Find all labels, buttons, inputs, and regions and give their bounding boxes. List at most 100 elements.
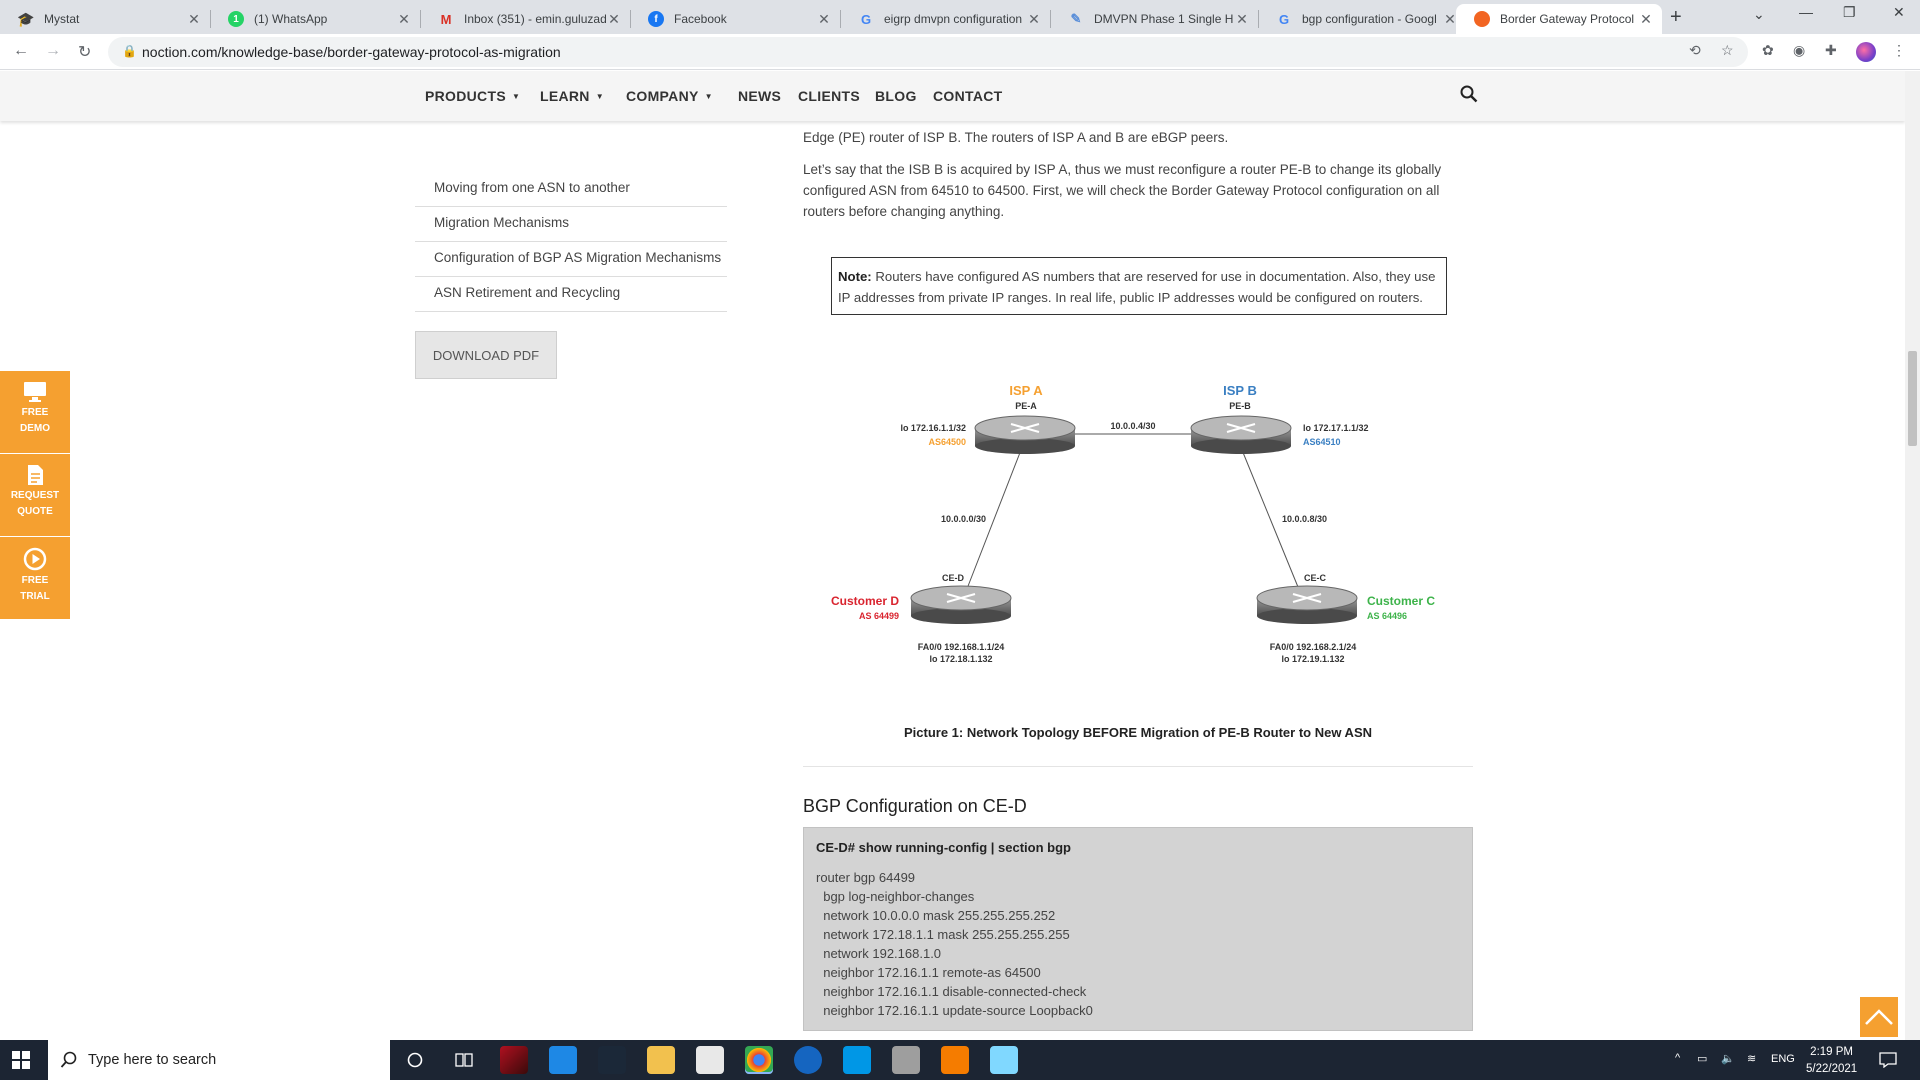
monitor-icon — [24, 382, 46, 402]
sublime-app-icon[interactable] — [941, 1046, 969, 1074]
nav-blog[interactable]: BLOG — [875, 88, 917, 104]
volume-icon[interactable]: 🔈 — [1721, 1052, 1735, 1065]
request-quote-button[interactable]: REQUEST QUOTE — [0, 454, 70, 536]
nav-products[interactable]: PRODUCTS ▼ — [425, 88, 520, 104]
pe-b-loopback: lo 172.17.1.1/32 — [1303, 423, 1369, 433]
pe-a-loopback: lo 172.16.1.1/32 — [900, 423, 966, 433]
windows-start-icon[interactable] — [12, 1051, 30, 1069]
tab-whatsapp[interactable]: 1 (1) WhatsApp ✕ — [210, 4, 420, 34]
close-icon[interactable]: ✕ — [1638, 11, 1654, 28]
router-ce-c-icon — [1256, 585, 1358, 624]
extension-icon[interactable]: ✿ — [1762, 42, 1774, 59]
toc-item-moving-asn[interactable]: Moving from one ASN to another — [415, 172, 727, 207]
translate-icon[interactable]: ⟲ — [1689, 42, 1701, 59]
close-icon[interactable]: ✕ — [186, 11, 202, 28]
nav-learn[interactable]: LEARN ▼ — [540, 88, 604, 104]
app-icon[interactable] — [892, 1046, 920, 1074]
pe-b-label: PE-B — [1229, 401, 1251, 411]
code-block: CE-D# show running-config | section bgp … — [803, 827, 1473, 1031]
app-icon[interactable] — [990, 1046, 1018, 1074]
mail-app-icon[interactable] — [549, 1046, 577, 1074]
close-icon[interactable]: ✕ — [1026, 11, 1042, 28]
toc-item-asn-retirement[interactable]: ASN Retirement and Recycling — [415, 277, 727, 312]
code-line: network 192.168.1.0 — [816, 946, 942, 961]
url-text[interactable]: noction.com/knowledge-base/border-gatewa… — [142, 44, 561, 60]
tray-chevron-up-icon[interactable]: ^ — [1675, 1052, 1680, 1064]
search-icon[interactable] — [1460, 85, 1478, 103]
close-icon[interactable]: ✕ — [606, 11, 622, 28]
close-icon[interactable]: ✕ — [816, 11, 832, 28]
steam-app-icon[interactable] — [598, 1046, 626, 1074]
nav-label: COMPANY — [626, 88, 699, 104]
tab-title: (1) WhatsApp — [254, 12, 328, 26]
edge-app-icon[interactable] — [794, 1046, 822, 1074]
paragraph: Edge (PE) router of ISP B. The routers o… — [803, 130, 1229, 145]
battery-icon[interactable]: ▭ — [1697, 1052, 1707, 1065]
window-close-icon[interactable]: ✕ — [1893, 4, 1905, 21]
tab-title: DMVPN Phase 1 Single Hu — [1094, 12, 1234, 26]
restore-icon[interactable]: ❐ — [1843, 4, 1856, 21]
free-trial-button[interactable]: FREE TRIAL — [0, 537, 70, 619]
caret-down-icon: ▼ — [595, 92, 604, 101]
tab-bgp-search[interactable]: G bgp configuration - Googl ✕ — [1258, 4, 1466, 34]
cortana-icon[interactable] — [407, 1052, 423, 1068]
toc-item-migration-mechanisms[interactable]: Migration Mechanisms — [415, 207, 727, 242]
back-icon[interactable]: ← — [13, 42, 29, 60]
scrollbar-thumb[interactable] — [1908, 351, 1917, 446]
nav-label: LEARN — [540, 88, 590, 104]
tab-dmvpn[interactable]: ✎ DMVPN Phase 1 Single Hu ✕ — [1050, 4, 1258, 34]
scroll-to-top-button[interactable] — [1860, 997, 1898, 1037]
tab-facebook[interactable]: f Facebook ✕ — [630, 4, 840, 34]
nav-contact[interactable]: CONTACT — [933, 88, 1003, 104]
cta-label: FREE — [21, 407, 49, 418]
tab-gmail[interactable]: M Inbox (351) - emin.guluzad ✕ — [420, 4, 630, 34]
menu-icon[interactable]: ⋮ — [1892, 42, 1906, 59]
tab-title: Inbox (351) - emin.guluzad — [464, 12, 606, 26]
store-app-icon[interactable] — [696, 1046, 724, 1074]
file-explorer-icon[interactable] — [647, 1046, 675, 1074]
language-indicator[interactable]: ENG — [1771, 1053, 1795, 1065]
wifi-icon[interactable]: ≋ — [1747, 1052, 1756, 1065]
extensions-puzzle-icon[interactable]: ✚ — [1825, 42, 1837, 59]
chrome-app-icon[interactable] — [745, 1046, 773, 1074]
clock[interactable]: 2:19 PM 5/22/2021 — [1806, 1044, 1857, 1078]
nav-clients[interactable]: CLIENTS — [798, 88, 860, 104]
pe-b-as: AS64510 — [1303, 437, 1341, 447]
notifications-icon[interactable] — [1879, 1052, 1897, 1068]
tab-mystat[interactable]: 🎓 Mystat ✕ — [0, 4, 210, 34]
tab-eigrp-search[interactable]: G eigrp dmvpn configuration ✕ — [840, 4, 1050, 34]
cta-label: FREE — [21, 575, 49, 586]
task-view-icon[interactable] — [455, 1052, 473, 1068]
nav-label: PRODUCTS — [425, 88, 506, 104]
google-icon: G — [860, 11, 872, 27]
caret-down-icon: ▼ — [511, 92, 521, 101]
nav-news[interactable]: NEWS — [738, 88, 781, 104]
free-demo-button[interactable]: FREE DEMO — [0, 371, 70, 453]
extension-360-icon[interactable]: ◉ — [1793, 42, 1805, 59]
tab-title: Border Gateway Protocol | — [1500, 12, 1638, 26]
network-topology-diagram: ISP A PE-A lo 172.16.1.1/32 AS64500 ISP … — [831, 383, 1435, 664]
close-icon[interactable]: ✕ — [1234, 11, 1250, 28]
tab-search-icon[interactable]: ⌄ — [1753, 6, 1765, 23]
game-app-icon[interactable] — [500, 1046, 528, 1074]
download-pdf-button[interactable]: DOWNLOAD PDF — [415, 331, 557, 379]
toc-item-configuration[interactable]: Configuration of BGP AS Migration Mechan… — [415, 242, 727, 277]
minimize-icon[interactable]: — — [1799, 4, 1813, 20]
taskbar-search-box[interactable]: Type here to search — [48, 1040, 390, 1080]
new-tab-icon[interactable]: + — [1670, 6, 1682, 29]
reload-icon[interactable]: ↻ — [78, 42, 91, 62]
profile-avatar[interactable] — [1856, 42, 1876, 62]
close-icon[interactable]: ✕ — [396, 11, 412, 28]
customer-d-label: Customer D — [831, 594, 899, 608]
bookmark-star-icon[interactable]: ☆ — [1721, 42, 1734, 59]
tab-title: Facebook — [674, 12, 727, 26]
address-bar[interactable]: 🔒 noction.com/knowledge-base/border-gate… — [108, 37, 1748, 67]
ce-c-fa: FA0/0 192.168.2.1/24 — [1270, 642, 1357, 652]
code-line: network 10.0.0.0 mask 255.255.255.252 — [816, 908, 1056, 923]
forward-icon[interactable]: → — [45, 42, 61, 60]
vmware-app-icon[interactable] — [843, 1046, 871, 1074]
nav-company[interactable]: COMPANY ▼ — [626, 88, 713, 104]
tab-noction-active[interactable]: Border Gateway Protocol | ✕ — [1456, 4, 1662, 34]
isp-a-label: ISP A — [1009, 383, 1043, 398]
page-scrollbar[interactable] — [1905, 71, 1920, 1040]
